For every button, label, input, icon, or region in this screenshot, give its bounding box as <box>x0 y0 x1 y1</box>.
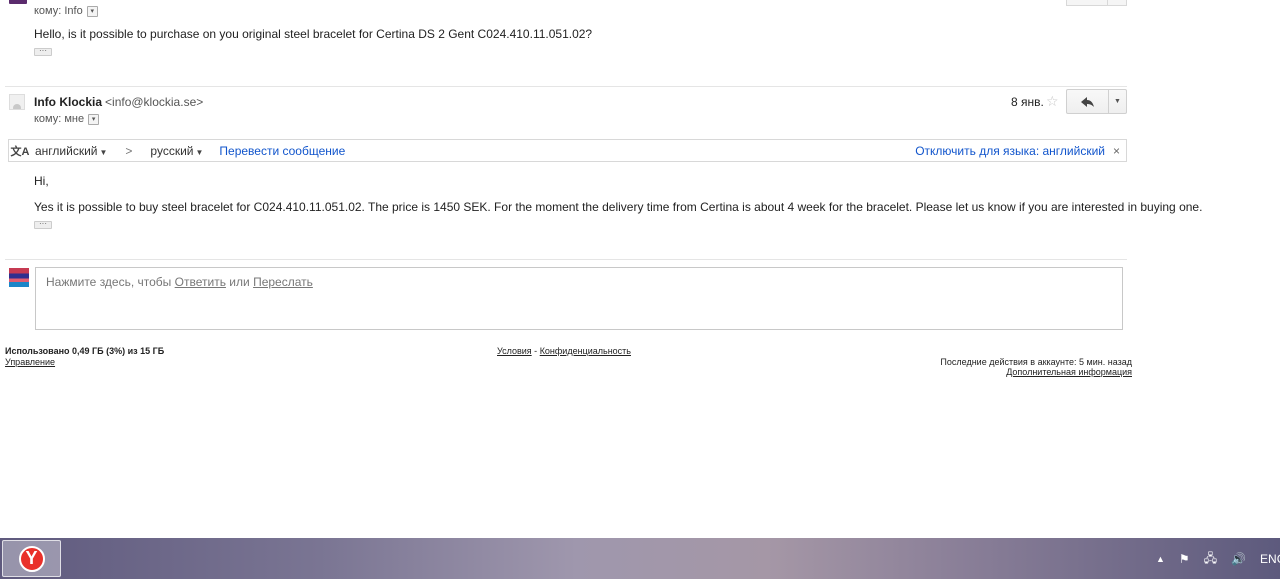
reply-button[interactable] <box>1067 90 1109 113</box>
language-indicator[interactable]: ENG <box>1260 552 1280 566</box>
recipient-label: кому: Info <box>34 5 83 17</box>
manage-storage-link[interactable]: Управление <box>5 357 55 367</box>
show-trimmed-content-button[interactable]: ··· <box>34 47 52 56</box>
network-icon[interactable]: 🖧 <box>1204 549 1217 570</box>
message-body: Hello, is it possible to purchase on you… <box>34 27 593 41</box>
translate-message-link[interactable]: Перевести сообщение <box>219 144 345 158</box>
show-hidden-icons-icon[interactable]: ▲ <box>1156 554 1165 564</box>
sender-email: <info@klockia.se> <box>105 95 204 109</box>
message-body: Yes it is possible to buy steel bracelet… <box>34 200 1203 214</box>
source-language-select[interactable]: английский ▼ <box>35 144 107 158</box>
reply-prompt: Нажмите здесь, чтобы <box>46 275 172 289</box>
activity-details-link[interactable]: Дополнительная информация <box>1006 367 1132 377</box>
storage-usage: Использовано 0,49 ГБ (3%) из 15 ГБ <box>5 346 165 356</box>
volume-icon[interactable]: 🔊 <box>1231 552 1246 566</box>
message-divider <box>5 259 1127 260</box>
arrow-right-icon: > <box>125 143 133 158</box>
reply-button-group[interactable]: ▼ <box>1066 89 1127 114</box>
chevron-down-icon: ▼ <box>1114 98 1121 105</box>
message-date: 8 янв. <box>1011 95 1044 109</box>
disable-for-language-link[interactable]: Отключить для языка: английский <box>915 144 1105 158</box>
footer-separator: - <box>534 346 538 356</box>
close-icon[interactable]: × <box>1113 144 1120 158</box>
last-activity: Последние действия в аккаунте: 5 мин. на… <box>940 357 1132 367</box>
recipient-line: кому: Info ▾ <box>34 5 98 17</box>
reply-or-text: или <box>229 275 250 289</box>
show-details-icon[interactable]: ▾ <box>86 5 98 17</box>
source-language-label: английский <box>35 143 98 158</box>
recipient-label: кому: мне <box>34 113 85 125</box>
star-icon[interactable]: ☆ <box>1046 94 1059 108</box>
privacy-link[interactable]: Конфиденциальность <box>540 346 631 356</box>
message-divider <box>5 86 1127 87</box>
chevron-down-icon: ▼ <box>195 147 204 157</box>
sender-line: Info Klockia <info@klockia.se> <box>34 95 203 109</box>
yandex-browser-taskbar-button[interactable]: Y <box>2 540 61 577</box>
terms-link[interactable]: Условия <box>497 346 532 356</box>
recipient-line: кому: мне ▾ <box>34 113 100 125</box>
chevron-down-icon: ▼ <box>99 147 108 157</box>
system-tray: ▲ ⚑ 🖧 🔊 ENG <box>1156 549 1280 569</box>
sender-avatar <box>9 94 25 110</box>
sender-name[interactable]: Info Klockia <box>34 95 102 109</box>
taskbar <box>0 538 1280 579</box>
user-avatar <box>9 268 29 287</box>
forward-link[interactable]: Переслать <box>253 275 313 289</box>
reply-box[interactable]: Нажмите здесь, чтобы Ответить или Пересл… <box>35 267 1123 330</box>
show-details-icon[interactable]: ▾ <box>88 113 100 125</box>
action-center-flag-icon[interactable]: ⚑ <box>1179 552 1190 566</box>
yandex-browser-icon: Y <box>18 545 45 572</box>
more-actions-button[interactable]: ▼ <box>1109 90 1126 113</box>
target-language-select[interactable]: русский ▼ <box>150 144 203 158</box>
reply-icon <box>1080 96 1094 107</box>
sender-avatar <box>9 0 27 4</box>
reply-link[interactable]: Ответить <box>175 275 226 289</box>
target-language-label: русский <box>150 143 194 158</box>
reply-button-group-cutoff[interactable] <box>1066 0 1127 6</box>
message-greeting: Hi, <box>34 174 49 188</box>
translate-bar: 文A английский ▼ > русский ▼ Перевести сооб… <box>8 139 1127 162</box>
footer-links: Условия - Конфиденциальность <box>497 346 631 356</box>
show-trimmed-content-button[interactable]: ··· <box>34 220 52 229</box>
translate-icon: 文A <box>10 145 30 158</box>
